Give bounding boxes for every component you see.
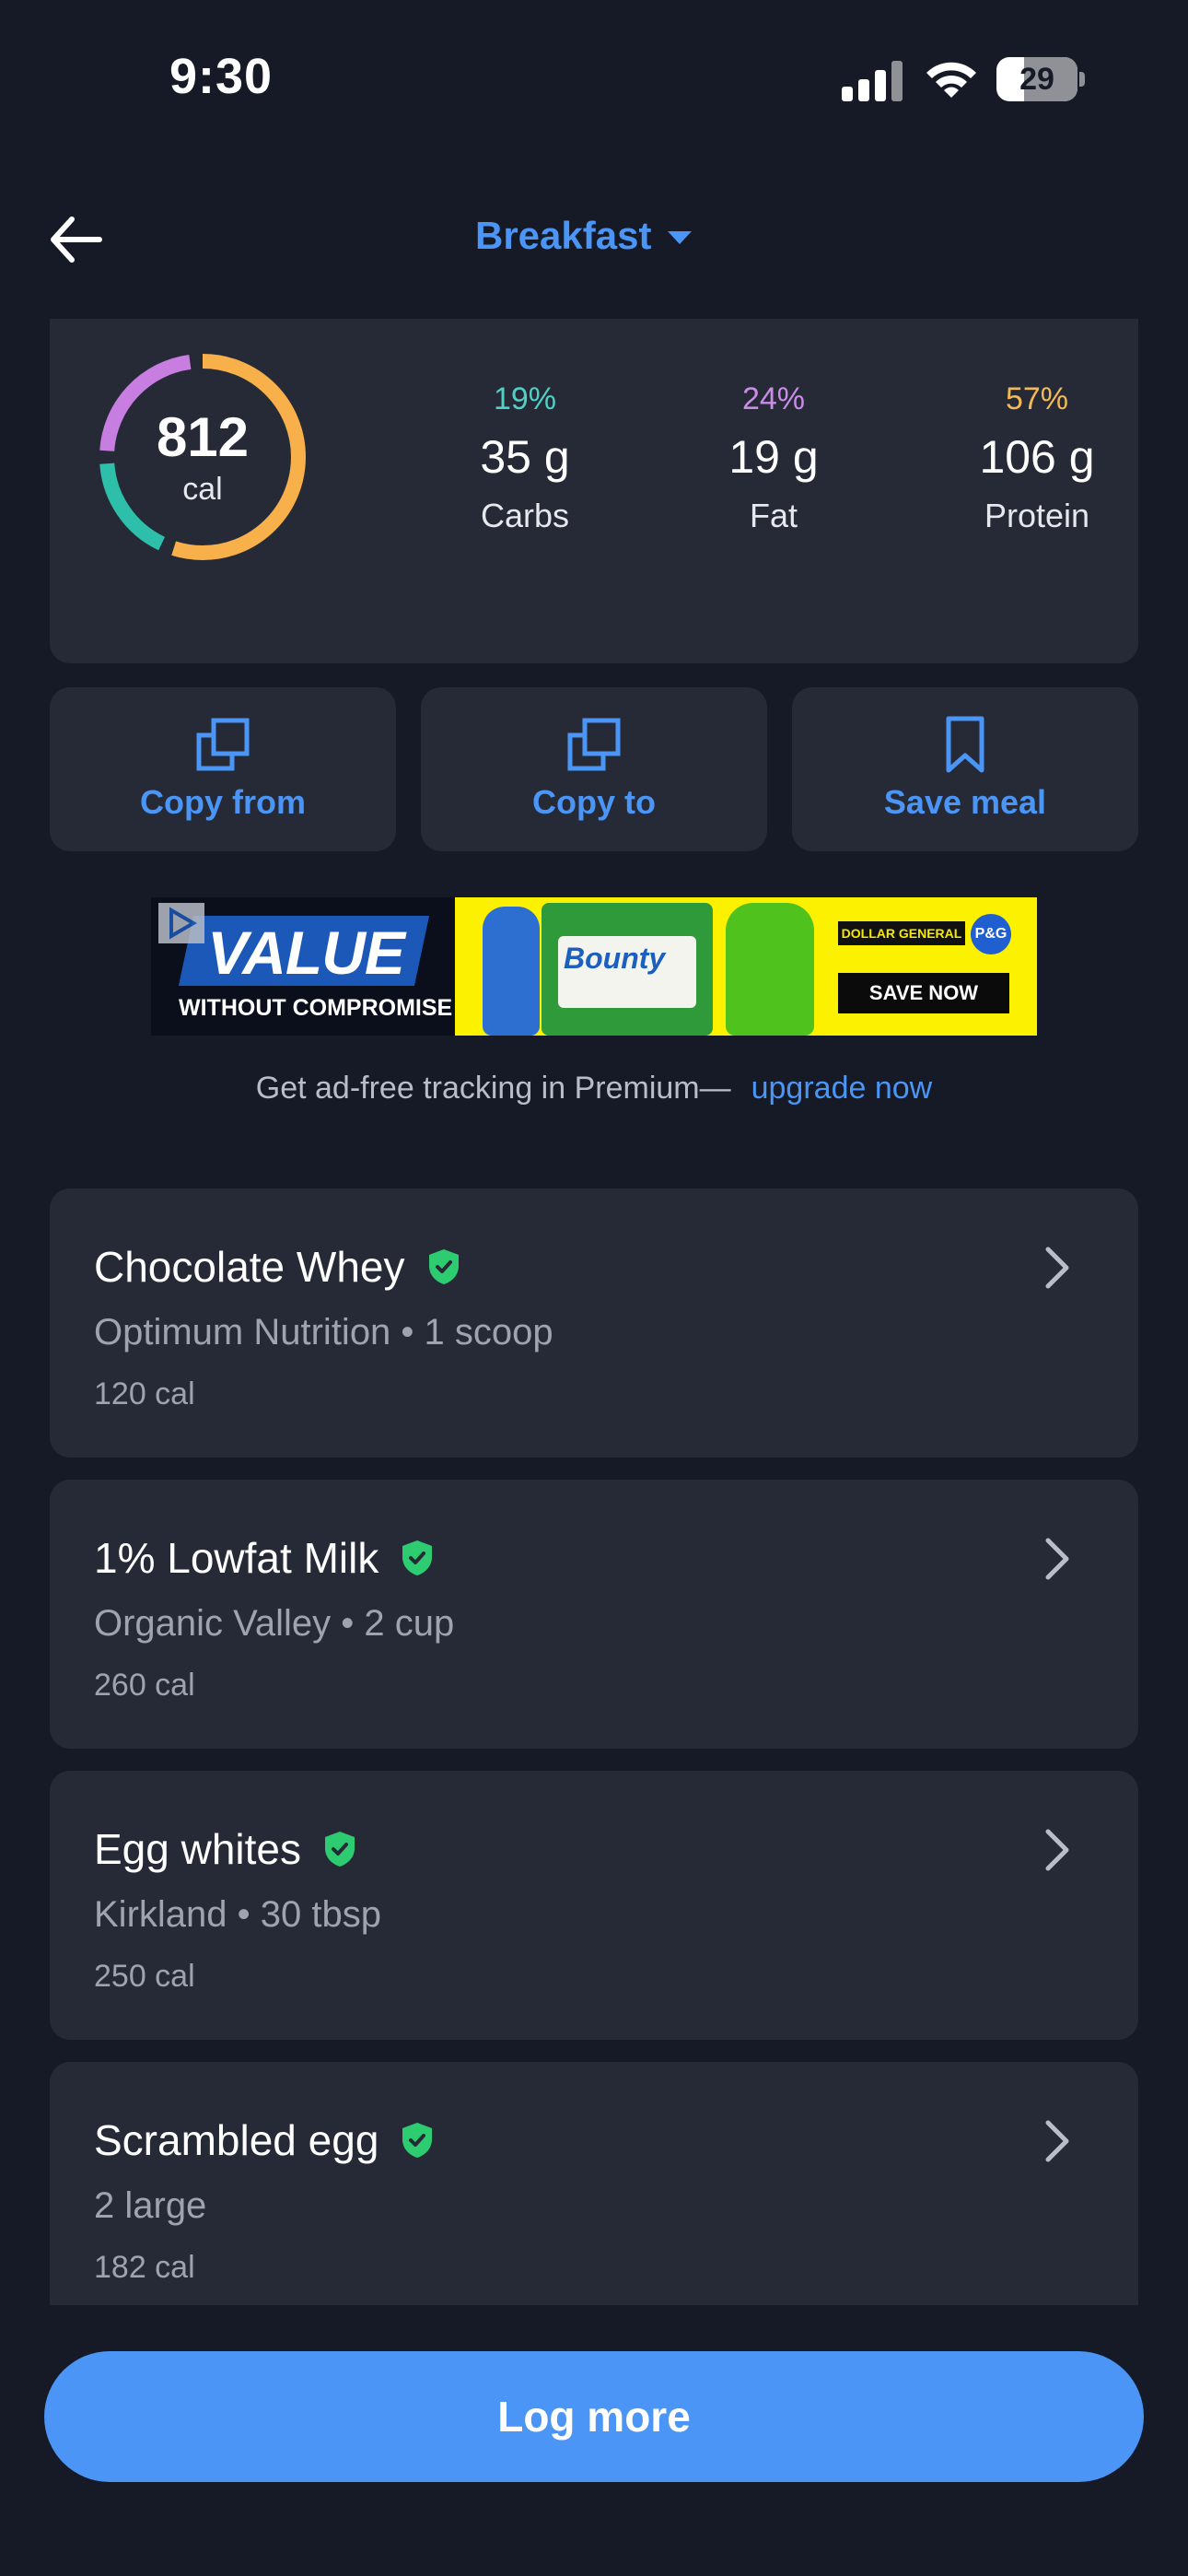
verified-shield-icon [402,2123,433,2158]
cellular-signal-icon [842,61,903,101]
save-meal-button[interactable]: Save meal [792,687,1138,851]
ad-brand-text: Bounty [564,942,666,975]
macro-protein-grams: 106 g [979,431,1095,483]
chevron-right-icon [1045,1247,1069,1289]
log-more-button[interactable]: Log more [44,2351,1144,2482]
ad-cta-button[interactable]: SAVE NOW [838,973,1009,1013]
chevron-right-icon [1045,1538,1069,1580]
macro-fat-percent: 24% [741,381,806,416]
macro-carbs-grams: 35 g [480,431,570,483]
food-detail: 2 large [94,2185,207,2226]
copy-icon [567,718,621,771]
copy-from-button[interactable]: Copy from [50,687,396,851]
food-detail: Kirkland • 30 tbsp [94,1894,381,1935]
macro-carbs-percent: 19% [493,381,557,416]
wifi-icon [926,62,976,98]
ad-product-image [483,907,540,1036]
ad-choices-icon[interactable] [158,903,204,943]
verified-shield-icon [325,1832,355,1867]
bookmark-icon [946,716,984,773]
ad-tagline: WITHOUT COMPROMISE [179,995,453,1021]
copy-icon [196,718,250,771]
food-calories: 260 cal [94,1668,195,1703]
food-name: 1% Lowfat Milk [94,1534,379,1582]
ad-headline: VALUE [207,919,405,987]
macro-fat: 24% 19 g Fat [672,381,875,535]
dropdown-caret-icon [668,231,693,244]
upgrade-now-link[interactable]: upgrade now [751,1071,933,1106]
macro-fat-label: Fat [749,497,798,534]
food-name: Scrambled egg [94,2116,379,2164]
macro-carbs: 19% 35 g Carbs [424,381,626,535]
calorie-total: 812 [156,406,250,468]
ad-retailer-logo: DOLLAR GENERAL [838,921,965,945]
copy-to-label: Copy to [532,783,656,821]
food-name: Egg whites [94,1825,302,1873]
calorie-unit: cal [182,472,223,507]
meal-title: Breakfast [475,214,652,257]
food-item[interactable]: 1% Lowfat Milk Organic Valley • 2 cup 26… [50,1480,1138,1749]
verified-shield-icon [402,1540,433,1575]
verified-shield-icon [428,1249,459,1284]
ad-banner[interactable]: VALUE WITHOUT COMPROMISE Bounty DOLLAR G… [151,897,1037,1036]
macro-protein: 57% 106 g Protein [936,381,1138,535]
food-calories: 250 cal [94,1959,195,1994]
battery-icon: 29 [996,57,1085,101]
save-meal-label: Save meal [883,783,1047,821]
food-item[interactable]: Scrambled egg 2 large 182 cal [50,2062,1138,2305]
macro-fat-grams: 19 g [728,431,819,483]
chevron-right-icon [1045,2120,1069,2162]
food-detail: Optimum Nutrition • 1 scoop [94,1312,553,1352]
food-calories: 182 cal [94,2250,195,2285]
status-time: 9:30 [169,49,274,104]
copy-to-button[interactable]: Copy to [421,687,767,851]
back-arrow-icon[interactable] [48,214,107,265]
macro-protein-percent: 57% [1005,381,1069,416]
ad-pg-logo: P&G [971,914,1011,954]
premium-text: Get ad-free tracking in Premium— [255,1071,731,1106]
chevron-right-icon [1045,1829,1069,1871]
food-list: Chocolate Whey Optimum Nutrition • 1 sco… [50,1188,1138,2305]
food-item[interactable]: Chocolate Whey Optimum Nutrition • 1 sco… [50,1188,1138,1458]
macro-carbs-label: Carbs [480,497,570,534]
premium-promo: Get ad-free tracking in Premium— upgrade … [0,1071,1188,1107]
battery-level: 29 [1019,62,1054,97]
food-name: Chocolate Whey [94,1243,405,1291]
macro-protein-label: Protein [984,497,1090,534]
food-detail: Organic Valley • 2 cup [94,1603,455,1644]
food-calories: 120 cal [94,1376,195,1411]
food-item[interactable]: Egg whites Kirkland • 30 tbsp 250 cal [50,1771,1138,2040]
copy-from-label: Copy from [140,783,306,821]
ad-product-image [726,903,814,1036]
meal-selector[interactable]: Breakfast [475,214,693,258]
